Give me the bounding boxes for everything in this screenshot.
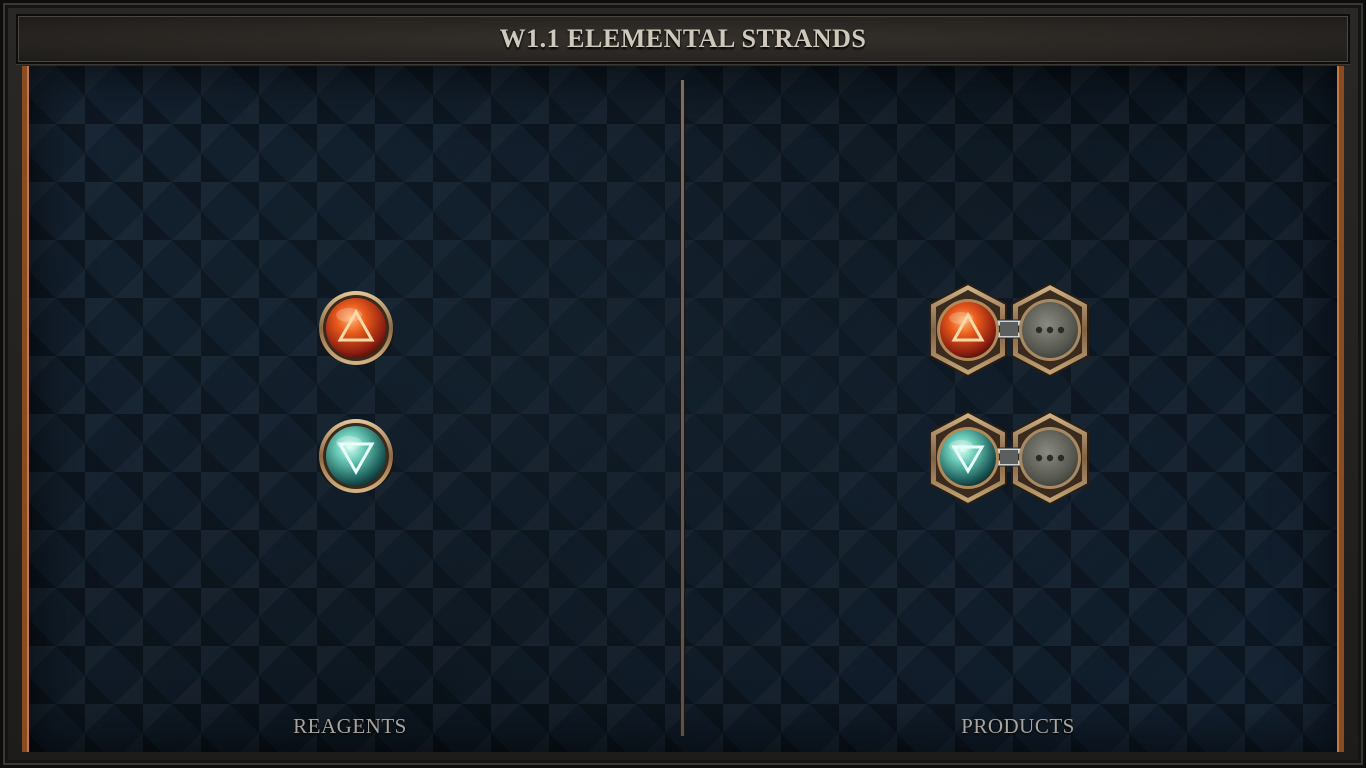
- title-bar: W1.1 ELEMENTAL STRANDS: [16, 14, 1350, 64]
- product-water-molecule[interactable]: [926, 410, 1092, 506]
- reagents-label: REAGENTS: [293, 714, 407, 738]
- level-title: W1.1 ELEMENTAL STRANDS: [499, 24, 867, 53]
- product-fire-molecule[interactable]: [926, 282, 1092, 378]
- fire-molecule-icon: [929, 282, 1089, 378]
- water-molecule-icon: [929, 410, 1089, 506]
- water-orb-icon: [318, 419, 394, 493]
- board-divider: [681, 80, 684, 736]
- products-label: PRODUCTS: [961, 714, 1075, 738]
- reagent-water-orb[interactable]: [316, 416, 396, 496]
- reagent-fire-orb[interactable]: [316, 288, 396, 368]
- fire-orb-icon: [318, 291, 394, 365]
